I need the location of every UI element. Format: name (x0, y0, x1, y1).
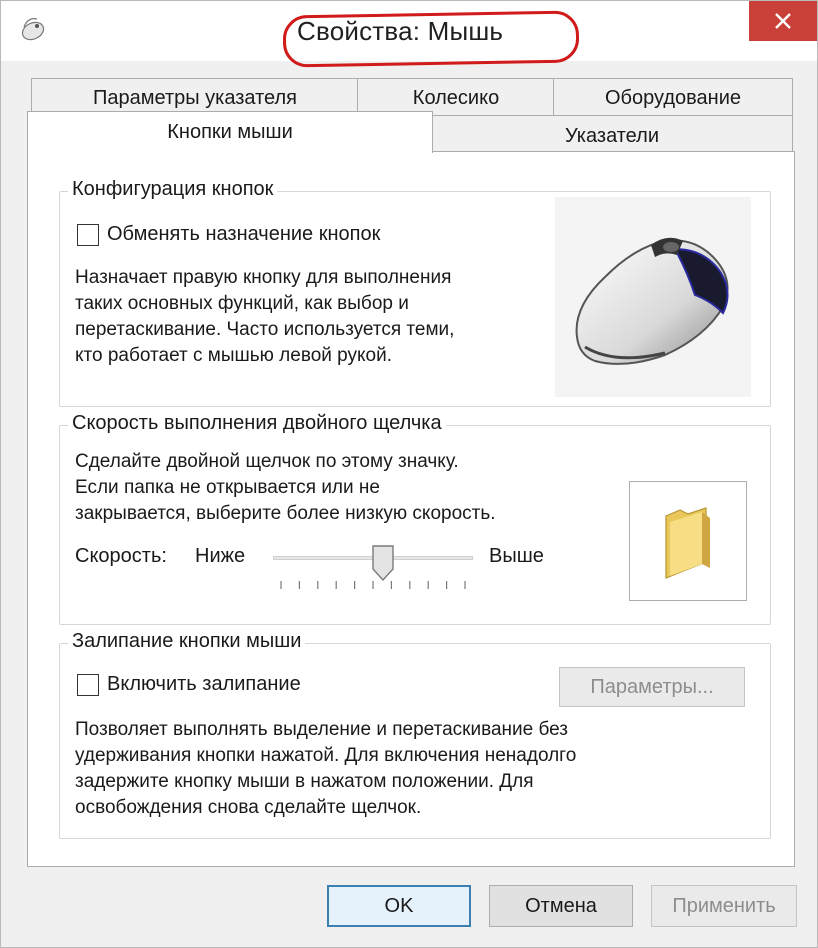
tab-label: Указатели (565, 124, 659, 147)
cancel-button[interactable]: Отмена (489, 885, 633, 927)
apply-button[interactable]: Применить (651, 885, 797, 927)
description-line: перетаскивание. Часто используется теми, (75, 319, 455, 340)
speed-label: Скорость: (75, 545, 167, 567)
click-lock-checkbox[interactable] (77, 674, 99, 696)
tab-label: Кнопки мыши (167, 121, 293, 143)
click-lock-settings-button[interactable]: Параметры... (559, 667, 745, 707)
description-line: закрывается, выберите более низкую скоро… (75, 503, 496, 524)
description-line: задержите кнопку мыши в нажатом положени… (75, 771, 534, 792)
close-icon (775, 13, 791, 29)
tab-label: Колесико (412, 87, 500, 109)
click-lock-label[interactable]: Включить залипание (107, 673, 301, 696)
title-highlight-annotation (282, 10, 580, 68)
tab-label: Параметры указателя (92, 87, 297, 109)
tab-pointers[interactable]: Указатели (431, 115, 793, 152)
group-legend: Скорость выполнения двойного щелчка (68, 412, 446, 435)
tab-buttons[interactable]: Кнопки мыши (27, 111, 433, 153)
description-line: таких основных функций, как выбор и (75, 293, 409, 314)
speed-slider-thumb[interactable] (372, 545, 394, 581)
description-line: удерживания кнопки нажатой. Для включени… (75, 745, 577, 766)
mouse-properties-window: Свойства: Мышь Параметры указателя Колес… (0, 0, 818, 948)
close-button[interactable] (749, 1, 817, 41)
title-bar[interactable]: Свойства: Мышь (1, 1, 817, 68)
speed-slow-label: Ниже (195, 545, 246, 567)
ok-button[interactable]: OK (327, 885, 471, 927)
description-line: Позволяет выполнять выделение и перетаск… (75, 719, 569, 740)
description-line: Сделайте двойной щелчок по этому значку. (75, 451, 459, 472)
swap-buttons-checkbox[interactable] (77, 224, 99, 246)
group-legend: Конфигурация кнопок (68, 178, 278, 201)
swap-buttons-description: Назначает правую кнопку для выполнения т… (75, 265, 454, 369)
mouse-illustration (555, 197, 751, 397)
folder-icon (665, 507, 710, 579)
speed-fast-label: Выше (489, 545, 544, 567)
double-click-description: Сделайте двойной щелчок по этому значку.… (75, 449, 496, 527)
description-line: Если папка не открывается или не (75, 477, 380, 498)
test-folder-box[interactable] (629, 481, 747, 601)
mouse-icon (21, 18, 45, 41)
speed-slider-ticks (280, 581, 466, 589)
tab-hardware[interactable]: Оборудование (553, 78, 793, 118)
description-line: Назначает правую кнопку для выполнения (75, 267, 452, 288)
mouse-picture-icon (575, 237, 729, 365)
description-line: освобождения снова сделайте щелчок. (75, 797, 422, 818)
click-lock-description: Позволяет выполнять выделение и перетаск… (75, 717, 576, 821)
description-line: кто работает с мышью левой рукой. (75, 345, 392, 366)
group-legend: Залипание кнопки мыши (68, 630, 306, 653)
swap-buttons-label[interactable]: Обменять назначение кнопок (107, 223, 380, 246)
tab-label: Оборудование (604, 87, 742, 109)
